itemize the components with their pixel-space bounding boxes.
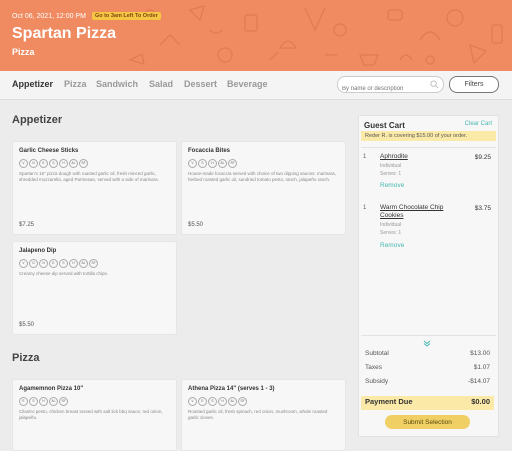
dietary-tag: SF [238, 397, 247, 406]
cart-item-qty: 1 [363, 154, 367, 160]
dietary-tag: SF [89, 259, 98, 268]
menu-item-card[interactable]: Focaccia Bites V S H AL SF House-made fo… [181, 141, 346, 235]
search-icon[interactable] [430, 80, 439, 89]
dietary-tags: V E S H AL SF [188, 397, 247, 406]
menu-item-price: $5.50 [19, 322, 35, 328]
restaurant-category: Pizza [12, 47, 35, 57]
time-left-badge: Go to 3am Left To Order [91, 12, 161, 20]
menu-item-name: Garlic Cheese Sticks [19, 148, 79, 154]
chevron-down-icon[interactable] [423, 340, 431, 347]
dietary-tag: AL [228, 397, 237, 406]
menu-item-price: $7.25 [19, 222, 35, 228]
section-title-pizza: Pizza [12, 352, 40, 364]
restaurant-header: Oct 06, 2021, 12:00 PM Go to 3am Left To… [0, 0, 512, 71]
dietary-tag: H [59, 159, 68, 168]
menu-item-description: Spartan's 16" pizza dough with roasted g… [19, 171, 159, 182]
remove-item-button[interactable]: Remove [380, 242, 404, 249]
menu-item-price: $5.50 [188, 222, 204, 228]
dietary-tag: V [19, 259, 28, 268]
dietary-tag: AL [79, 259, 88, 268]
search-box [337, 76, 444, 93]
dietary-tag: H [218, 397, 227, 406]
tab-salad[interactable]: Salad [149, 79, 173, 89]
submit-selection-button[interactable]: Submit Selection [385, 415, 470, 429]
cart-item-name[interactable]: Warm Chocolate Chip Cookies [380, 204, 460, 220]
payment-due-label: Payment Due [365, 397, 413, 406]
payment-due-value: $0.00 [471, 397, 490, 406]
dietary-tag: S [208, 397, 217, 406]
menu-item-card[interactable]: Jalapeno Dip V G N E S H AL SF Creamy ch… [12, 241, 177, 335]
dietary-tag: SF [228, 159, 237, 168]
subsidy-value: -$14.07 [467, 378, 490, 385]
cart-item-price: $9.25 [474, 154, 491, 161]
taxes-label: Taxes [365, 364, 382, 371]
dietary-tag: V [188, 159, 197, 168]
coverage-note: Reder R. is covering $15.00 of your orde… [361, 131, 496, 141]
remove-item-button[interactable]: Remove [380, 182, 404, 189]
menu-item-name: Jalapeno Dip [19, 248, 57, 254]
cart-item-serves: Serves: 1 [380, 171, 402, 177]
dietary-tag: E [19, 397, 28, 406]
divider [361, 147, 496, 148]
menu-item-name: Agamemnon Pizza 10" [19, 386, 84, 392]
menu-item-card[interactable]: Garlic Cheese Sticks V N E S H AL SF Spa… [12, 141, 177, 235]
menu-item-description: Creamy cheese dip served with tortilla c… [19, 271, 109, 276]
dietary-tag: AL [69, 159, 78, 168]
menu-item-name: Focaccia Bites [188, 148, 231, 154]
cart-item-type: Individual [380, 222, 402, 228]
tab-appetizer[interactable]: Appetizer [12, 79, 53, 89]
dietary-tag: H [208, 159, 217, 168]
tab-pizza[interactable]: Pizza [64, 79, 87, 89]
subsidy-label: Subsidy [365, 378, 389, 385]
menu-item-name: Athena Pizza 14" (serves 1 - 3) [188, 386, 275, 392]
dietary-tags: V S H AL SF [188, 159, 237, 168]
menu-item-description: Roasted garlic oil, fresh spinach, red o… [188, 409, 328, 420]
menu-item-card[interactable]: Agamemnon Pizza 10" E S H AL SF Cilantro… [12, 379, 177, 451]
divider [361, 335, 496, 336]
dietary-tag: E [39, 159, 48, 168]
tab-dessert[interactable]: Dessert [184, 79, 217, 89]
cart-title: Guest Cart [364, 121, 405, 130]
restaurant-name: Spartan Pizza [12, 25, 117, 42]
dietary-tag: S [49, 159, 58, 168]
dietary-tags: E S H AL SF [19, 397, 68, 406]
tab-sandwich[interactable]: Sandwich [96, 79, 138, 89]
search-input[interactable] [342, 86, 427, 92]
cart-item-type: Individual [380, 163, 402, 169]
menu-item-card[interactable]: Athena Pizza 14" (serves 1 - 3) V E S H … [181, 379, 346, 451]
dietary-tag: N [39, 259, 48, 268]
dietary-tag: S [29, 397, 38, 406]
cart-item-qty: 1 [363, 205, 367, 211]
subtotal-label: Subtotal [365, 350, 389, 357]
dietary-tags: V G N E S H AL SF [19, 259, 98, 268]
order-date: Oct 06, 2021, 12:00 PM [12, 12, 86, 20]
dietary-tag: S [198, 159, 207, 168]
dietary-tag: H [69, 259, 78, 268]
menu-item-description: Cilantro pesto, chicken breast tossed wi… [19, 409, 163, 420]
cart-item-serves: Serves: 1 [380, 230, 402, 236]
dietary-tag: AL [218, 159, 227, 168]
filters-button[interactable]: Filters [449, 76, 499, 93]
cart-item-price: $3.75 [474, 205, 491, 212]
dietary-tag: G [29, 259, 38, 268]
dietary-tag: N [29, 159, 38, 168]
dietary-tag: V [19, 159, 28, 168]
dietary-tag: S [59, 259, 68, 268]
menu-item-description: House-made focaccia served with choice o… [188, 171, 336, 182]
dietary-tag: AL [49, 397, 58, 406]
cart-item-name[interactable]: Aphrodite [380, 153, 408, 161]
dietary-tag: H [39, 397, 48, 406]
dietary-tag: SF [79, 159, 88, 168]
tab-beverage[interactable]: Beverage [227, 79, 268, 89]
dietary-tags: V N E S H AL SF [19, 159, 88, 168]
section-title-appetizer: Appetizer [12, 114, 63, 126]
taxes-value: $1.07 [473, 364, 490, 371]
dietary-tag: E [198, 397, 207, 406]
clear-cart-button[interactable]: Clear Cart [465, 121, 492, 127]
dietary-tag: E [49, 259, 58, 268]
dietary-tag: SF [59, 397, 68, 406]
dietary-tag: V [188, 397, 197, 406]
subtotal-value: $13.00 [470, 350, 490, 357]
